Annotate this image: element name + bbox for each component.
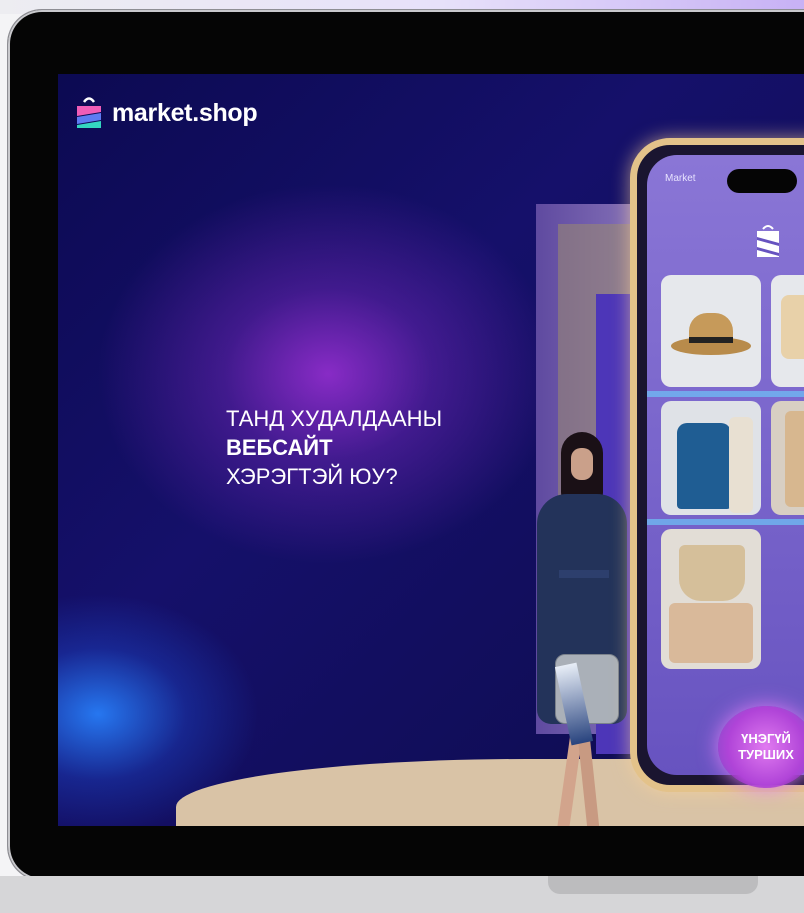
laptop-frame: market.shop ТАНД ХУДАЛДААНЫ ВЕБСАЙТ ХЭРЭ…: [8, 10, 804, 880]
shopping-bag-logo-icon: [77, 97, 101, 128]
model-face: [571, 448, 593, 480]
product-tile-hat[interactable]: [661, 275, 761, 387]
knit-vest-icon: [679, 545, 745, 601]
free-trial-label-line-1: ҮНЭГҮЙ: [741, 731, 791, 746]
hat-band: [689, 337, 733, 343]
headline-line-3: ХЭРЭГТЭЙ ЮУ?: [226, 464, 398, 489]
phone-mockup: Market: [630, 138, 804, 792]
hero-banner: market.shop ТАНД ХУДАЛДААНЫ ВЕБСАЙТ ХЭРЭ…: [58, 74, 804, 826]
tshirt-icon: [781, 295, 804, 359]
free-trial-button[interactable]: ҮНЭГҮЙ ТУРШИХ: [718, 706, 804, 788]
sweater-icon: [677, 423, 731, 509]
shelf-line: [647, 519, 804, 525]
model-figure: [523, 432, 643, 826]
headline-line-2: ВЕБСАЙТ: [226, 435, 333, 460]
phone-screen: Market: [647, 155, 804, 775]
headline-line-1: ТАНД ХУДАЛДААНЫ: [226, 406, 443, 431]
phone-dynamic-island: [727, 169, 797, 193]
shelf-line: [647, 391, 804, 397]
coat-icon: [785, 411, 804, 507]
blazer-icon: [669, 603, 753, 663]
model-belt: [559, 570, 609, 578]
laptop-notch: [548, 876, 758, 894]
phone-bag-icon: [757, 225, 779, 257]
product-tile-sweater[interactable]: [661, 401, 761, 515]
brand-name: market.shop: [112, 98, 258, 127]
hero-headline: ТАНД ХУДАЛДААНЫ ВЕБСАЙТ ХЭРЭГТЭЙ ЮУ?: [226, 404, 442, 491]
brand-logo[interactable]: market.shop: [74, 96, 258, 130]
product-tile-knit[interactable]: [661, 529, 761, 669]
product-tile-coat[interactable]: [771, 401, 804, 515]
shirt-icon: [729, 417, 753, 513]
free-trial-label-line-2: ТУРШИХ: [738, 747, 794, 762]
product-tile-tshirt[interactable]: [771, 275, 804, 387]
phone-header-label: Market: [665, 173, 696, 184]
